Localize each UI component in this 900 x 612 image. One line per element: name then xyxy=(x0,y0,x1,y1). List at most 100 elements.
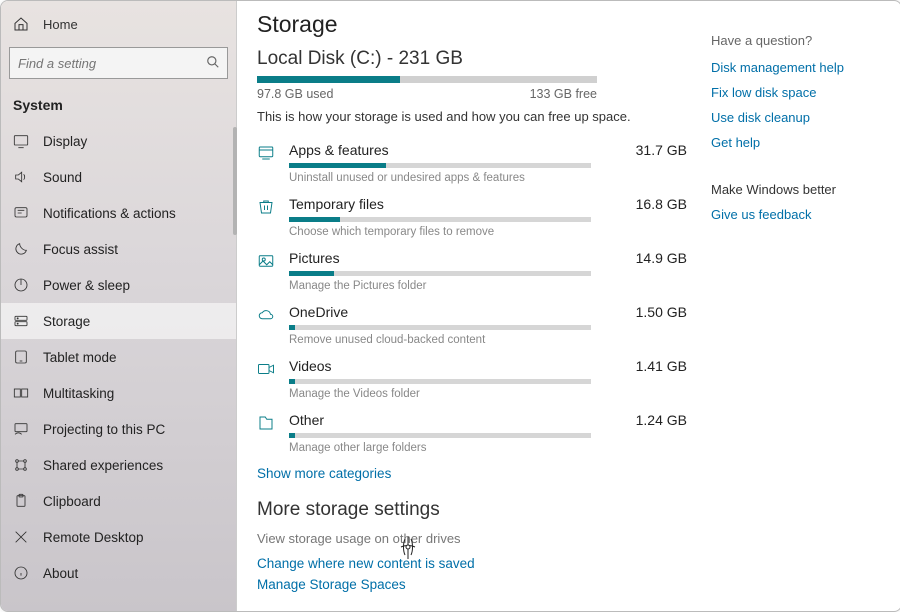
category-onedrive[interactable]: OneDrive 1.50 GB Remove unused cloud-backe… xyxy=(257,298,687,352)
nav-notifications[interactable]: Notifications & actions xyxy=(1,195,236,231)
nav-label: Multitasking xyxy=(43,386,114,401)
more-storage-heading: More storage settings xyxy=(257,499,687,521)
drive-usage-text: 97.8 GB used 133 GB free xyxy=(257,87,597,101)
aside-panel: Have a question? Disk management help Fi… xyxy=(687,11,881,591)
category-body: OneDrive 1.50 GB Remove unused cloud-backe… xyxy=(289,304,687,346)
help-link[interactable]: Use disk cleanup xyxy=(711,110,881,125)
category-hint: Choose which temporary files to remove xyxy=(289,226,687,238)
category-name: Apps & features xyxy=(289,142,389,158)
nav-about[interactable]: About xyxy=(1,555,236,591)
sidebar: Home System Display Sound Notifications … xyxy=(1,1,237,611)
nav-projecting[interactable]: Projecting to this PC xyxy=(1,411,236,447)
category-bar xyxy=(289,433,591,438)
search-icon xyxy=(206,55,220,69)
shared-icon xyxy=(13,457,29,473)
category-hint: Manage other large folders xyxy=(289,442,687,454)
category-hint: Manage the Videos folder xyxy=(289,388,687,400)
nav-power-sleep[interactable]: Power & sleep xyxy=(1,267,236,303)
manage-storage-spaces-link[interactable]: Manage Storage Spaces xyxy=(257,577,687,592)
nav-sound[interactable]: Sound xyxy=(1,159,236,195)
nav-remote-desktop[interactable]: Remote Desktop xyxy=(1,519,236,555)
category-name: Other xyxy=(289,412,324,428)
category-temporary-files[interactable]: Temporary files16.8 GBChoose which tempo… xyxy=(257,190,687,244)
question-heading: Have a question? xyxy=(711,33,881,48)
nav-clipboard[interactable]: Clipboard xyxy=(1,483,236,519)
category-bar-fill xyxy=(289,271,334,276)
category-body: Videos 1.41 GB Manage the Videos folder xyxy=(289,358,687,400)
multitasking-icon xyxy=(13,385,29,401)
section-heading: System xyxy=(1,89,236,123)
nav-label: Shared experiences xyxy=(43,458,163,473)
category-videos[interactable]: Videos 1.41 GB Manage the Videos folder xyxy=(257,352,687,406)
display-icon xyxy=(13,133,29,149)
home-label: Home xyxy=(43,17,78,32)
nav-label: Projecting to this PC xyxy=(43,422,165,437)
category-size: 1.50 GB xyxy=(636,304,687,320)
change-save-location-link[interactable]: Change where new content is saved xyxy=(257,556,687,571)
category-body: Temporary files16.8 GBChoose which tempo… xyxy=(289,196,687,238)
drive-usage-fill xyxy=(257,76,400,83)
category-body: Apps & features 31.7 GB Uninstall unused o… xyxy=(289,142,687,184)
page-title: Storage xyxy=(257,11,687,38)
nav-tablet-mode[interactable]: Tablet mode xyxy=(1,339,236,375)
info-icon xyxy=(13,565,29,581)
nav-focus-assist[interactable]: Focus assist xyxy=(1,231,236,267)
sound-icon xyxy=(13,169,29,185)
description: This is how your storage is used and how… xyxy=(257,109,687,124)
category-apps-features[interactable]: Apps & features 31.7 GB Uninstall unused o… xyxy=(257,136,687,190)
category-hint: Uninstall unused or undesired apps & fea… xyxy=(289,172,687,184)
feedback-link[interactable]: Give us feedback xyxy=(711,207,881,222)
category-bar xyxy=(289,379,591,384)
nav-label: About xyxy=(43,566,78,581)
category-icon xyxy=(257,414,275,432)
sidebar-scrollbar-thumb[interactable] xyxy=(233,127,237,235)
category-body: Pictures14.9 GBManage the Pictures folde… xyxy=(289,250,687,292)
category-size: 31.7 GB xyxy=(636,142,687,158)
view-other-drives-link[interactable]: View storage usage on other drives xyxy=(257,531,687,546)
nav-label: Clipboard xyxy=(43,494,101,509)
category-bar xyxy=(289,163,591,168)
home-icon xyxy=(13,16,29,32)
notifications-icon xyxy=(13,205,29,221)
category-pictures[interactable]: Pictures14.9 GBManage the Pictures folde… xyxy=(257,244,687,298)
nav-shared-experiences[interactable]: Shared experiences xyxy=(1,447,236,483)
projecting-icon xyxy=(13,421,29,437)
category-name: OneDrive xyxy=(289,304,348,320)
nav-storage[interactable]: Storage xyxy=(1,303,236,339)
category-icon xyxy=(257,252,275,270)
drive-usage-bar xyxy=(257,76,597,83)
content: Storage Local Disk (C:) - 231 GB 97.8 GB… xyxy=(257,11,687,591)
help-link[interactable]: Disk management help xyxy=(711,60,881,75)
nav-display[interactable]: Display xyxy=(1,123,236,159)
nav-label: Display xyxy=(43,134,87,149)
remote-icon xyxy=(13,529,29,545)
category-hint: Remove unused cloud-backed content xyxy=(289,334,687,346)
category-icon xyxy=(257,306,275,324)
help-link[interactable]: Get help xyxy=(711,135,881,150)
nav-multitasking[interactable]: Multitasking xyxy=(1,375,236,411)
category-size: 1.24 GB xyxy=(636,412,687,428)
search-field[interactable] xyxy=(9,47,228,79)
category-bar xyxy=(289,217,591,222)
home-button[interactable]: Home xyxy=(1,7,236,41)
nav-label: Tablet mode xyxy=(43,350,117,365)
nav-label: Remote Desktop xyxy=(43,530,144,545)
show-more-categories-link[interactable]: Show more categories xyxy=(257,466,687,481)
category-bar-fill xyxy=(289,217,340,222)
nav-label: Power & sleep xyxy=(43,278,130,293)
category-icon xyxy=(257,360,275,378)
nav-label: Sound xyxy=(43,170,82,185)
category-icon xyxy=(257,144,275,162)
help-link[interactable]: Fix low disk space xyxy=(711,85,881,100)
main-panel: Storage Local Disk (C:) - 231 GB 97.8 GB… xyxy=(237,1,900,611)
category-other[interactable]: Other 1.24 GB Manage other large folders xyxy=(257,406,687,460)
storage-icon xyxy=(13,313,29,329)
search-input[interactable] xyxy=(9,47,228,79)
category-bar xyxy=(289,325,591,330)
category-bar-fill xyxy=(289,433,295,438)
clipboard-icon xyxy=(13,493,29,509)
category-name: Videos xyxy=(289,358,332,374)
category-size: 1.41 GB xyxy=(636,358,687,374)
category-bar-fill xyxy=(289,325,295,330)
category-bar-fill xyxy=(289,163,386,168)
